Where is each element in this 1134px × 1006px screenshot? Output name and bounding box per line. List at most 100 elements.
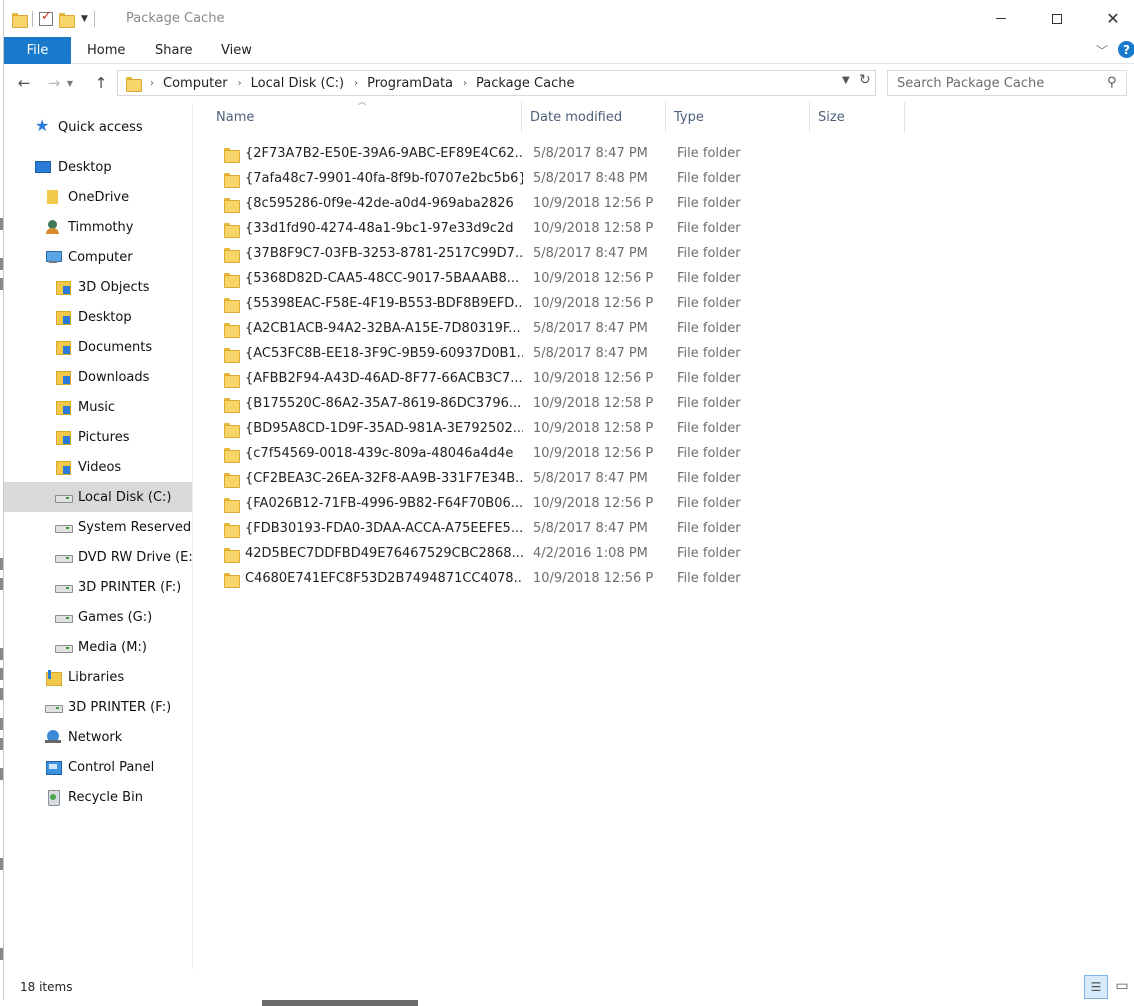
file-date-modified: 5/8/2017 8:48 PM bbox=[533, 171, 648, 186]
address-dropdown-icon[interactable]: ▼ bbox=[842, 75, 850, 86]
breadcrumb-separator-icon[interactable]: › bbox=[238, 78, 242, 89]
new-folder-icon[interactable] bbox=[59, 12, 75, 28]
table-row[interactable]: {A2CB1ACB-94A2-32BA-A15E-7D80319F... 5/8/… bbox=[214, 317, 914, 342]
customize-toolbar-icon[interactable]: ▼ bbox=[81, 14, 88, 24]
large-icons-view-button[interactable]: ▭ bbox=[1112, 976, 1132, 996]
tab-share[interactable]: Share bbox=[155, 37, 193, 64]
nav-item-onedrive[interactable]: OneDrive bbox=[4, 182, 192, 212]
file-type: File folder bbox=[677, 521, 741, 536]
file-type: File folder bbox=[677, 171, 741, 186]
breadcrumb-separator-icon[interactable]: › bbox=[150, 78, 154, 89]
table-row[interactable]: 42D5BEC7DDFBD49E76467529CBC2868... 4/2/20… bbox=[214, 542, 914, 567]
back-button[interactable]: ← bbox=[13, 72, 35, 94]
table-row[interactable]: {33d1fd90-4274-48a1-9bc1-97e33d9c2d 10/9/… bbox=[214, 217, 914, 242]
maximize-button[interactable] bbox=[1034, 0, 1080, 37]
folder-icon bbox=[224, 573, 240, 588]
close-button[interactable]: ✕ bbox=[1090, 0, 1134, 37]
chevron-down-icon: ▼ bbox=[66, 78, 74, 88]
nav-item-music[interactable]: Music bbox=[4, 392, 192, 422]
desktop-icon bbox=[35, 161, 51, 173]
file-date-modified: 10/9/2018 12:56 P bbox=[533, 371, 654, 386]
folder-icon bbox=[224, 323, 240, 338]
table-row[interactable]: {BD95A8CD-1D9F-35AD-981A-3E792502... 10/9… bbox=[214, 417, 914, 442]
nav-item-media[interactable]: Media (M:) bbox=[4, 632, 192, 662]
nav-item-libraries[interactable]: Libraries bbox=[4, 662, 192, 692]
file-type: File folder bbox=[677, 371, 741, 386]
breadcrumb-separator-icon[interactable]: › bbox=[463, 78, 467, 89]
nav-item-3d-printer-2[interactable]: 3D PRINTER (F:) bbox=[4, 692, 192, 722]
address-bar[interactable]: › Computer › Local Disk (C:) › ProgramDa… bbox=[117, 70, 876, 96]
table-row[interactable]: {AC53FC8B-EE18-3F9C-9B59-60937D0B1... 5/8… bbox=[214, 342, 914, 367]
breadcrumb-computer[interactable]: Computer bbox=[163, 76, 228, 91]
column-header-name[interactable]: ︿ Name bbox=[194, 97, 521, 133]
drive-icon bbox=[55, 549, 73, 565]
tab-view[interactable]: View bbox=[221, 37, 252, 64]
file-name: {BD95A8CD-1D9F-35AD-981A-3E792502... bbox=[245, 421, 523, 436]
nav-item-network[interactable]: Network bbox=[4, 722, 192, 752]
search-placeholder: Search Package Cache bbox=[897, 76, 1045, 91]
nav-item-pictures[interactable]: Pictures bbox=[4, 422, 192, 452]
table-row[interactable]: {7afa48c7-9901-40fa-8f9b-f0707e2bc5b6} 5/… bbox=[214, 167, 914, 192]
breadcrumb-package-cache[interactable]: Package Cache bbox=[476, 76, 574, 91]
nav-item-desktop-folder[interactable]: Desktop bbox=[4, 302, 192, 332]
nav-item-system-reserved[interactable]: System Reserved (I bbox=[4, 512, 192, 542]
recent-locations-button[interactable]: ▼ bbox=[64, 72, 76, 94]
table-row[interactable]: {5368D82D-CAA5-48CC-9017-5BAAAB8... 10/9/… bbox=[214, 267, 914, 292]
nav-item-dvd-drive[interactable]: DVD RW Drive (E:) bbox=[4, 542, 192, 572]
table-row[interactable]: {8c595286-0f9e-42de-a0d4-969aba2826 10/9/… bbox=[214, 192, 914, 217]
table-row[interactable]: {FA026B12-71FB-4996-9B82-F64F70B06... 10/… bbox=[214, 492, 914, 517]
properties-icon[interactable] bbox=[39, 9, 53, 26]
nav-item-3d-objects[interactable]: 3D Objects bbox=[4, 272, 192, 302]
expand-ribbon-icon[interactable]: ﹀ bbox=[1096, 42, 1108, 59]
file-name: {B175520C-86A2-35A7-8619-86DC3796... bbox=[245, 396, 522, 411]
nav-item-control-panel[interactable]: Control Panel bbox=[4, 752, 192, 782]
breadcrumb-local-disk[interactable]: Local Disk (C:) bbox=[251, 76, 344, 91]
table-row[interactable]: {2F73A7B2-E50E-39A6-9ABC-EF89E4C62... 5/8… bbox=[214, 142, 914, 167]
table-row[interactable]: {B175520C-86A2-35A7-8619-86DC3796... 10/9… bbox=[214, 392, 914, 417]
up-button[interactable]: ↑ bbox=[90, 72, 112, 94]
table-row[interactable]: {55398EAC-F58E-4F19-B553-BDF8B9EFD... 10/… bbox=[214, 292, 914, 317]
breadcrumb-programdata[interactable]: ProgramData bbox=[367, 76, 453, 91]
breadcrumb-separator-icon[interactable]: › bbox=[354, 78, 358, 89]
refresh-icon[interactable]: ↻ bbox=[859, 72, 871, 88]
nav-item-games[interactable]: Games (G:) bbox=[4, 602, 192, 632]
nav-item-videos[interactable]: Videos bbox=[4, 452, 192, 482]
table-row[interactable]: {37B8F9C7-03FB-3253-8781-2517C99D7... 5/8… bbox=[214, 242, 914, 267]
tab-file[interactable]: File bbox=[4, 37, 71, 64]
column-header-size[interactable]: Size bbox=[809, 102, 905, 133]
nav-item-local-disk[interactable]: Local Disk (C:) bbox=[4, 482, 192, 512]
nav-item-timmothy[interactable]: Timmothy bbox=[4, 212, 192, 242]
column-header-date[interactable]: Date modified bbox=[521, 102, 665, 133]
file-date-modified: 5/8/2017 8:47 PM bbox=[533, 471, 648, 486]
file-type: File folder bbox=[677, 246, 741, 261]
folder-icon bbox=[224, 423, 240, 438]
file-type: File folder bbox=[677, 571, 741, 586]
nav-item-recycle-bin[interactable]: Recycle Bin bbox=[4, 782, 192, 812]
column-header-type[interactable]: Type bbox=[665, 102, 809, 133]
minimize-button[interactable] bbox=[978, 0, 1024, 37]
file-date-modified: 10/9/2018 12:58 P bbox=[533, 221, 654, 236]
folder-icon bbox=[224, 498, 240, 513]
pane-divider[interactable] bbox=[192, 102, 193, 970]
table-row[interactable]: {CF2BEA3C-26EA-32F8-AA9B-331F7E34B... 5/8… bbox=[214, 467, 914, 492]
file-type: File folder bbox=[677, 196, 741, 211]
table-row[interactable]: {AFBB2F94-A43D-46AD-8F77-66ACB3C7... 10/9… bbox=[214, 367, 914, 392]
nav-item-desktop[interactable]: Desktop bbox=[4, 152, 192, 182]
nav-item-quick-access[interactable]: Quick access bbox=[4, 112, 192, 142]
file-type: File folder bbox=[677, 346, 741, 361]
file-name: {CF2BEA3C-26EA-32F8-AA9B-331F7E34B... bbox=[245, 471, 523, 486]
table-row[interactable]: C4680E741EFC8F53D2B7494871CC4078... 10/9/… bbox=[214, 567, 914, 592]
table-row[interactable]: {c7f54569-0018-439c-809a-48046a4d4e 10/9/… bbox=[214, 442, 914, 467]
forward-button[interactable]: → bbox=[43, 72, 65, 94]
details-view-button[interactable]: ☰ bbox=[1084, 975, 1108, 999]
nav-item-downloads[interactable]: Downloads bbox=[4, 362, 192, 392]
file-date-modified: 4/2/2016 1:08 PM bbox=[533, 546, 648, 561]
nav-item-documents[interactable]: Documents bbox=[4, 332, 192, 362]
search-input[interactable]: Search Package Cache ⚲ bbox=[887, 70, 1127, 96]
tab-home[interactable]: Home bbox=[87, 37, 125, 64]
nav-item-computer[interactable]: Computer bbox=[4, 242, 192, 272]
nav-item-3d-printer[interactable]: 3D PRINTER (F:) bbox=[4, 572, 192, 602]
help-icon[interactable]: ? bbox=[1118, 41, 1134, 58]
table-row[interactable]: {FDB30193-FDA0-3DAA-ACCA-A75EEFE5... 5/8/… bbox=[214, 517, 914, 542]
drive-icon bbox=[55, 489, 73, 505]
